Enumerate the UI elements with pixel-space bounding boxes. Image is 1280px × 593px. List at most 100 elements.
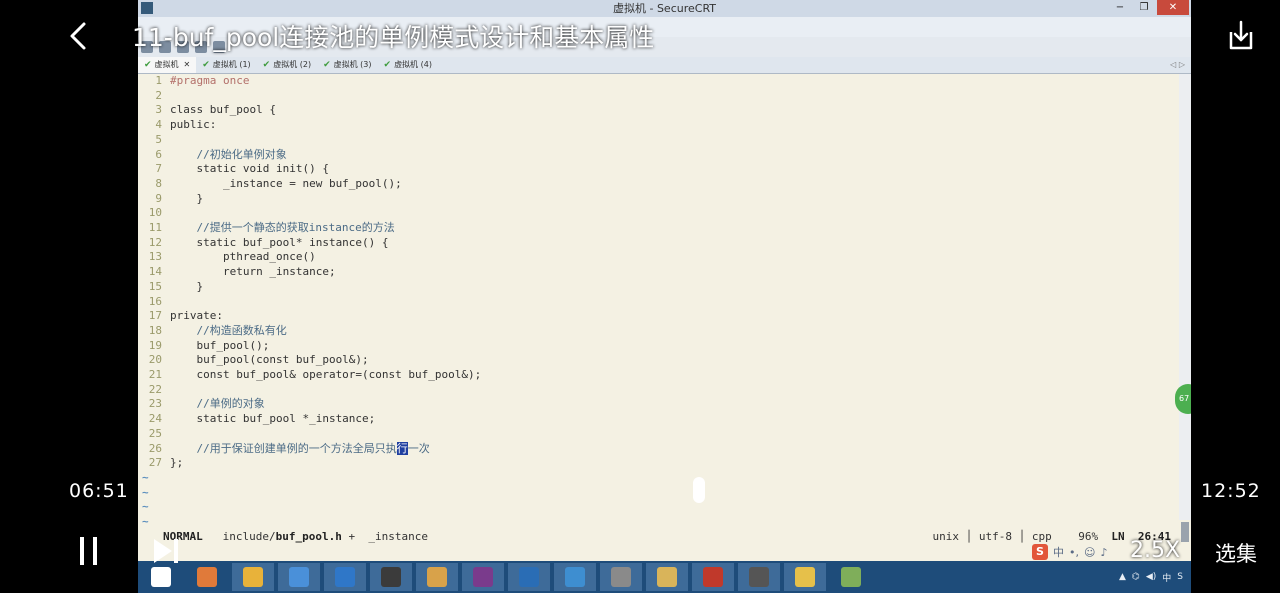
taskbar-button: [508, 563, 550, 591]
code-text: //构造函数私有化: [170, 323, 287, 337]
taskbar-button: [232, 563, 274, 591]
xshell-icon: [703, 567, 723, 587]
computer-icon: [289, 567, 309, 587]
session-tab-label: 虚拟机 (4): [394, 60, 432, 69]
volume-icon: ◀): [1145, 572, 1157, 582]
download-icon[interactable]: [1224, 18, 1258, 54]
ime-toolbar: S 中 •, ☺ ♪: [1032, 544, 1108, 560]
code-line: 10: [138, 206, 170, 220]
code-text: #pragma once: [170, 74, 250, 87]
code-line: 14 return _instance;: [138, 265, 336, 279]
shark-icon: [519, 567, 539, 587]
line-number: 19: [148, 338, 162, 352]
vim-statusline: NORMAL include/buf_pool.h + _instance un…: [163, 530, 1171, 543]
code-line: 27};: [138, 456, 184, 470]
line-number: 26: [148, 441, 162, 455]
check-icon: ✔: [144, 60, 152, 70]
code-line: 25: [138, 427, 170, 441]
line-number: 3: [155, 103, 162, 117]
line-number: 13: [148, 250, 162, 264]
vertical-scrollbar: [1179, 74, 1191, 542]
code-line: 23 //单例的对象: [138, 397, 265, 411]
line-number: 23: [148, 397, 162, 411]
windows-start-icon: [151, 567, 171, 587]
line-number: 18: [148, 323, 162, 337]
microphone-icon: ♪: [1100, 545, 1108, 559]
code-line: 4 public:: [138, 118, 216, 132]
taskbar-button: [738, 563, 780, 591]
code-text: };: [170, 456, 184, 470]
feather-icon: [565, 567, 585, 587]
tray-arrow-icon: ▲: [1119, 572, 1126, 582]
seek-handle[interactable]: [693, 477, 706, 503]
close-icon: ✕: [1157, 0, 1189, 15]
code-text: const buf_pool& operator=(const buf_pool…: [170, 368, 482, 381]
tab-scroll-arrows-icon: ◁ ▷: [1170, 60, 1185, 69]
code-text: buf_pool(const buf_pool&);: [170, 353, 369, 367]
pause-icon[interactable]: [74, 533, 104, 569]
code-text: class buf_pool {: [170, 103, 276, 117]
episodes-button[interactable]: 选集: [1215, 538, 1257, 568]
emoji-icon: ☺: [1084, 545, 1096, 559]
total-duration: 12:52: [1201, 480, 1261, 502]
code-text: //提供一个静态的获取instance的方法: [170, 221, 395, 234]
session-tab-label: 虚拟机: [154, 60, 179, 69]
code-line: 1 #pragma once: [138, 74, 249, 88]
session-tab: ✔ 虚拟机 (3): [317, 57, 377, 73]
taskbar-button: [462, 563, 504, 591]
taskbar-button: [278, 563, 320, 591]
line-number: 10: [148, 206, 162, 220]
session-tab: ✔ 虚拟机 (2): [257, 57, 317, 73]
session-tab-label: 虚拟机 (3): [333, 60, 372, 69]
floating-badge-icon: 67: [1175, 384, 1191, 414]
code-line: 22: [138, 383, 170, 397]
code-line: 13 pthread_once(): [138, 250, 316, 264]
line-number: 4: [155, 118, 162, 132]
back-arrow-icon[interactable]: [64, 18, 94, 54]
taskbar-button: [370, 563, 412, 591]
taskbar-button: [600, 563, 642, 591]
next-episode-icon[interactable]: [150, 533, 182, 569]
code-text: static buf_pool *_instance;: [170, 412, 376, 426]
line-number: 27: [148, 456, 162, 470]
playback-speed-button[interactable]: 2.5X: [1130, 538, 1180, 563]
current-symbol: _instance: [368, 530, 428, 543]
line-number: 2: [155, 88, 162, 102]
current-time: 06:51: [69, 480, 129, 502]
file-format: unix: [932, 530, 960, 543]
taskbar-button: [186, 563, 228, 591]
vscode-icon: [335, 567, 355, 587]
code-line: 16: [138, 295, 170, 309]
code-editor: 1 #pragma once 2 3 class buf_pool {4 public: 5…: [138, 74, 1179, 528]
line-number: 1: [155, 74, 162, 87]
window-titlebar: 虚拟机 - SecureCRT − ❐ ✕: [138, 0, 1191, 17]
line-number: 20: [148, 353, 162, 367]
folder-icon: [657, 567, 677, 587]
securecrt-app-icon: [141, 2, 153, 14]
taskbar-button: [554, 563, 596, 591]
ime-mode-label: 中: [1053, 546, 1064, 559]
code-text: static buf_pool* instance() {: [170, 235, 389, 249]
line-number: 5: [155, 132, 162, 146]
taskbar-button: [646, 563, 688, 591]
taskbar-button: [830, 563, 872, 591]
session-tabbar: ✔ 虚拟机 ✕ ✔ 虚拟机 (1) ✔ 虚拟机 (2) ✔ 虚拟机 (3) ✔ 虚拟机 (4…: [138, 57, 1191, 74]
code-line: 5: [138, 133, 170, 147]
session-tab-label: 虚拟机 (2): [273, 60, 312, 69]
empty-buffer-tilde: ~: [142, 470, 149, 484]
system-tray: ▲ ⌬ ◀) 中 S: [1113, 561, 1183, 593]
code-line: 8 _instance = new buf_pool();: [138, 176, 402, 191]
chat-icon: [795, 567, 815, 587]
code-line: 19 buf_pool();: [138, 338, 270, 353]
code-text: _instance = new buf_pool();: [170, 176, 402, 190]
empty-buffer-tilde: ~: [142, 485, 149, 499]
code-line: 9 }: [138, 192, 203, 206]
goland-icon: [381, 567, 401, 587]
code-text: static void init() {: [170, 162, 329, 176]
code-line: 18 //构造函数私有化: [138, 324, 287, 338]
line-number: 11: [148, 221, 162, 234]
empty-buffer-tilde: ~: [142, 500, 149, 514]
vim-cursor: 行: [396, 441, 408, 455]
code-line: 17 private:: [138, 309, 223, 323]
code-line: 7 static void init() {: [138, 162, 329, 176]
